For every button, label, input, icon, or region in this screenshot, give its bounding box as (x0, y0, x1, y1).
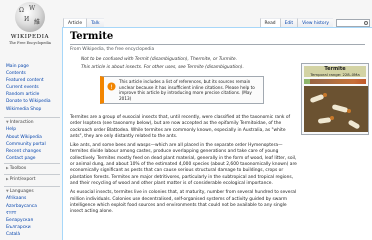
toolbox-heading-label: Toolbox (9, 166, 27, 171)
interaction-navigation: ▼ Interaction Help About Wikipedia Commu… (6, 119, 60, 162)
chevron-down-icon: ▼ (6, 120, 9, 124)
toolbox-heading[interactable]: ▶ Toolbox (6, 165, 60, 172)
article-paragraph: As eusocial insects, termites live in co… (70, 190, 297, 215)
sidebar-item-main-page[interactable]: Main page (6, 63, 60, 70)
temporal-range-bar (304, 79, 366, 84)
languages-navigation: ▼ Languages Afrikaans Azərbaycanca বাংলা… (6, 188, 60, 238)
sidebar-divider (4, 174, 60, 175)
termite-figure (323, 93, 327, 97)
sidebar-item-featured-content[interactable]: Featured content (6, 77, 60, 84)
languages-heading[interactable]: ▼ Languages (6, 188, 60, 195)
termite-figure (331, 104, 349, 113)
interaction-heading[interactable]: ▼ Interaction (6, 119, 60, 126)
infobox: Termite Temporal range: 228–0Ma (301, 63, 369, 135)
sidebar-item-help[interactable]: Help (6, 126, 60, 133)
sidebar-divider (4, 163, 60, 164)
sidebar-divider (4, 186, 60, 187)
print-export-heading[interactable]: ▶ Print/export (6, 176, 60, 183)
termite-figure (347, 119, 361, 130)
sidebar: Ω W И 維 WIKIPEDIA The Free Encyclopedia … (0, 0, 62, 240)
print-navigation: ▶ Print/export (6, 176, 60, 183)
sidebar-item-recent-changes[interactable]: Recent changes (6, 148, 60, 155)
warning-icon: ! (107, 82, 116, 91)
sidebar-item-donate[interactable]: Donate to Wikipedia (6, 98, 60, 105)
globe-glyph: И (24, 16, 30, 23)
languages-heading-label: Languages (9, 189, 34, 194)
logo-wordmark: WIKIPEDIA (10, 34, 50, 40)
language-link[interactable]: বাংলা (6, 210, 60, 217)
sidebar-item-community-portal[interactable]: Community portal (6, 141, 60, 148)
page-title: Termite (70, 31, 365, 45)
language-link[interactable]: Български (6, 224, 60, 231)
termite-figure (330, 116, 334, 120)
interaction-heading-label: Interaction (9, 120, 34, 125)
termite-figure (347, 109, 351, 113)
site-subtitle: From Wikipedia, the free encyclopedia (70, 47, 155, 52)
search-icon[interactable] (364, 21, 368, 25)
sidebar-item-current-events[interactable]: Current events (6, 84, 60, 91)
article-paragraph: Like ants, and some bees and wasps—which… (70, 143, 297, 186)
language-link[interactable]: Català (6, 231, 60, 238)
sidebar-item-random-article[interactable]: Random article (6, 91, 60, 98)
svg-text:!: ! (110, 84, 113, 91)
sidebar-item-about[interactable]: About Wikipedia (6, 134, 60, 141)
chevron-down-icon: ▼ (6, 189, 9, 193)
puzzle-globe-icon: Ω W И 維 (15, 2, 45, 32)
wikipedia-logo[interactable]: Ω W И 維 WIKIPEDIA The Free Encyclopedia (7, 2, 53, 50)
language-link[interactable]: Беларуская (6, 217, 60, 224)
search-input[interactable] (336, 19, 370, 27)
sidebar-item-wikimedia-shop[interactable]: Wikimedia Shop (6, 106, 60, 113)
print-export-heading-label: Print/export (9, 177, 36, 182)
temporal-range-fill (310, 79, 366, 84)
main-navigation: Main page Contents Featured content Curr… (6, 63, 60, 113)
globe-glyph: W (29, 5, 36, 12)
sidebar-item-contents[interactable]: Contents (6, 70, 60, 77)
citation-notice: ! This article includes a list of refere… (100, 76, 264, 105)
sidebar-item-contact[interactable]: Contact page (6, 155, 60, 162)
logo-tagline: The Free Encyclopedia (9, 41, 51, 45)
temporal-range-label: Temporal range: 228–0Ma (304, 72, 366, 77)
toolbox-navigation: ▶ Toolbox (6, 165, 60, 172)
globe-glyph: Ω (19, 7, 24, 14)
chevron-right-icon: ▶ (6, 166, 9, 170)
citation-notice-text: This article includes a list of referenc… (119, 79, 255, 101)
article-body: Termites are a group of eusocial insects… (70, 115, 298, 218)
article-paragraph: Termites are a group of eusocial insects… (70, 115, 291, 139)
sidebar-divider (4, 117, 60, 118)
globe-glyph: 維 (34, 19, 41, 26)
language-link[interactable]: Azərbaycanca (6, 203, 60, 210)
chevron-right-icon: ▶ (6, 177, 9, 181)
termite-photo[interactable] (304, 86, 368, 132)
language-link[interactable]: Afrikaans (6, 195, 60, 202)
article-content: Termite From Wikipedia, the free encyclo… (62, 27, 372, 240)
